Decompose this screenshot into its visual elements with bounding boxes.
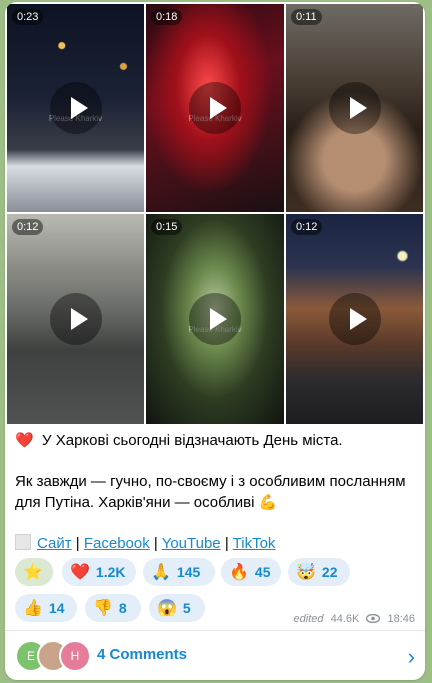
heart-icon: ❤️ <box>70 564 90 581</box>
message-time: 18:46 <box>387 613 415 625</box>
post-headline: У Харкові сьогодні відзначають День міст… <box>42 432 343 449</box>
reaction-heart[interactable]: ❤️ 1.2K <box>62 558 136 586</box>
link-tiktok[interactable]: TikTok <box>233 535 276 552</box>
reaction-count: 22 <box>321 564 338 580</box>
view-count: 44.6K <box>330 613 360 625</box>
reaction-thumbs-down[interactable]: 👎 8 <box>85 594 141 622</box>
reaction-star[interactable]: ⭐ <box>15 558 53 586</box>
video-duration: 0:15 <box>151 219 183 235</box>
link-separator: | <box>153 535 158 552</box>
video-duration: 0:12 <box>12 219 44 235</box>
avatar-initial: Н <box>70 649 80 663</box>
fire-icon: 🔥 <box>229 564 249 581</box>
reaction-count: 8 <box>118 600 127 616</box>
divider <box>5 630 425 631</box>
reaction-count: 145 <box>176 564 201 580</box>
flexed-biceps-emoji-icon: 💪 <box>258 494 278 511</box>
mind-blown-icon: 🤯 <box>296 564 316 581</box>
video-duration: 0:11 <box>291 9 322 25</box>
video-thumbnail-1[interactable]: 0:23 Please Kharkiv <box>7 4 144 212</box>
reaction-fire[interactable]: 🔥 45 <box>221 558 281 586</box>
reaction-count: 1.2K <box>95 564 126 580</box>
reaction-pray[interactable]: 🙏 145 <box>143 558 215 586</box>
video-thumbnail-4[interactable]: 0:12 <box>7 214 144 424</box>
reaction-count: 45 <box>254 564 271 580</box>
reaction-scream[interactable]: 😱 5 <box>149 594 205 622</box>
comments-button[interactable]: Е Н 4 Comments › <box>15 640 415 672</box>
message-bubble: 0:23 Please Kharkiv 0:18 Please Kharkiv … <box>5 2 425 680</box>
play-icon[interactable] <box>328 82 381 134</box>
square-emoji-icon <box>15 534 31 550</box>
play-icon[interactable] <box>49 82 102 134</box>
comments-label: 4 Comments <box>97 646 188 663</box>
video-thumbnail-6[interactable]: 0:12 <box>286 214 423 424</box>
play-icon[interactable] <box>189 293 241 345</box>
scream-icon: 😱 <box>157 600 177 617</box>
link-separator: | <box>75 535 80 552</box>
play-icon[interactable] <box>328 293 381 345</box>
video-thumbnail-3[interactable]: 0:11 <box>286 4 423 212</box>
play-icon[interactable] <box>49 293 102 345</box>
link-separator: | <box>224 535 229 552</box>
post-body: Як завжди — гучно, по-своєму і з особлив… <box>15 473 406 511</box>
avatar: Н <box>59 640 91 672</box>
eye-icon <box>366 613 383 625</box>
reaction-count: 5 <box>182 600 191 616</box>
post-text: ❤️ У Харкові сьогодні відзначають День м… <box>15 430 415 554</box>
video-duration: 0:12 <box>291 219 323 235</box>
thumbs-down-icon: 👎 <box>93 600 113 617</box>
play-icon[interactable] <box>189 82 241 134</box>
star-icon: ⭐ <box>23 564 43 581</box>
heart-emoji-icon: ❤️ <box>15 432 34 449</box>
reaction-mind-blown[interactable]: 🤯 22 <box>288 558 350 586</box>
link-youtube[interactable]: YouTube <box>162 535 221 552</box>
edited-label: edited <box>293 613 324 625</box>
reaction-count: 14 <box>48 600 65 616</box>
video-thumbnail-2[interactable]: 0:18 Please Kharkiv <box>146 4 284 212</box>
link-facebook[interactable]: Facebook <box>84 535 150 552</box>
video-album: 0:23 Please Kharkiv 0:18 Please Kharkiv … <box>7 4 423 428</box>
video-duration: 0:18 <box>151 9 183 25</box>
thumbs-up-icon: 👍 <box>23 600 43 617</box>
reaction-thumbs-up[interactable]: 👍 14 <box>15 594 77 622</box>
video-thumbnail-5[interactable]: 0:15 Please Kharkiv <box>146 214 284 424</box>
avatar-initial: Е <box>26 649 35 663</box>
video-duration: 0:23 <box>12 9 44 25</box>
link-site[interactable]: Сайт <box>37 535 72 552</box>
pray-icon: 🙏 <box>151 564 171 581</box>
message-meta: edited 44.6K 18:46 <box>290 613 415 625</box>
chevron-right-icon: › <box>407 644 415 669</box>
